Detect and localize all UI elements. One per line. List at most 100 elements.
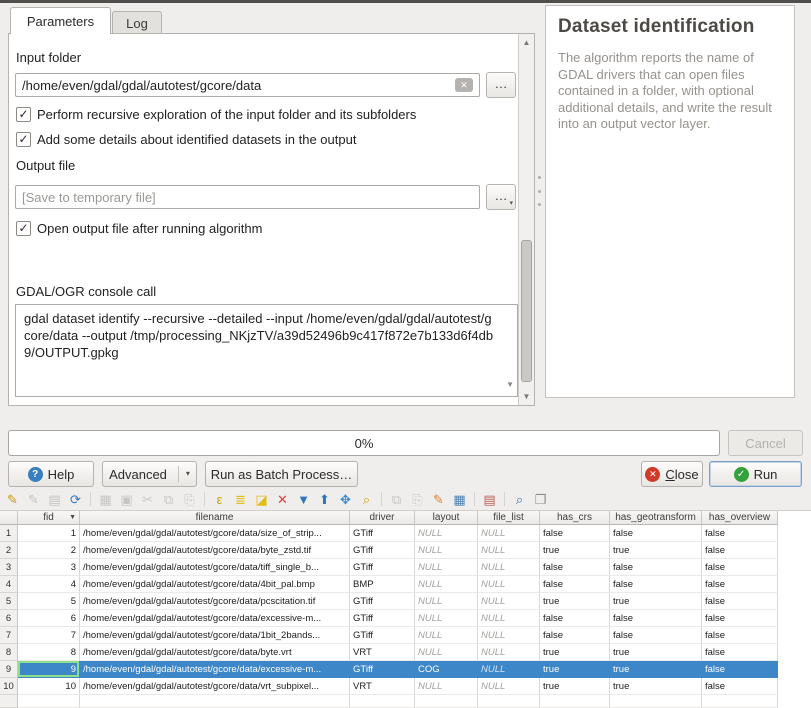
cell-file-list[interactable]: NULL (478, 644, 540, 661)
column-header-has_crs[interactable]: has_crs (540, 511, 610, 525)
row-number-header[interactable]: 10 (0, 678, 18, 695)
scrollbar-up-icon[interactable]: ▲ (519, 38, 534, 47)
select-all-icon[interactable]: ≣ (232, 491, 249, 508)
cell-has-crs[interactable]: true (540, 678, 610, 695)
cell-fid[interactable]: 6 (18, 610, 80, 627)
table-corner-header[interactable] (0, 511, 18, 525)
open-output-checkbox[interactable]: ✓ Open output file after running algorit… (16, 221, 262, 236)
run-button[interactable]: ✓ Run (709, 461, 802, 487)
cell-has-overview[interactable]: false (702, 593, 778, 610)
cell-has-crs[interactable]: true (540, 644, 610, 661)
scrollbar-down-icon[interactable]: ▼ (519, 392, 534, 401)
table-row[interactable]: 88/home/even/gdal/gdal/autotest/gcore/da… (0, 644, 811, 661)
cell-fid[interactable]: 3 (18, 559, 80, 576)
cell-has-geotransform[interactable]: false (610, 559, 702, 576)
new-field-icon[interactable]: ▦ (451, 491, 468, 508)
cell-file-list[interactable]: NULL (478, 576, 540, 593)
row-number-header[interactable]: 7 (0, 627, 18, 644)
column-header-has_geotransform[interactable]: has_geotransform (610, 511, 702, 525)
row-number-header[interactable]: 3 (0, 559, 18, 576)
filter-select-icon[interactable]: ▼ (295, 491, 312, 508)
checkbox-checked-icon[interactable]: ✓ (16, 132, 31, 147)
cell-filename[interactable]: /home/even/gdal/gdal/autotest/gcore/data… (80, 678, 350, 695)
cell-layout[interactable]: NULL (415, 576, 478, 593)
reload-icon[interactable]: ⟳ (67, 491, 84, 508)
row-number-header[interactable]: 6 (0, 610, 18, 627)
move-selection-to-top-icon[interactable]: ⬆ (316, 491, 333, 508)
column-header-filename[interactable]: filename (80, 511, 350, 525)
scrollbar-thumb[interactable] (521, 240, 532, 382)
cell-has-geotransform[interactable]: false (610, 525, 702, 542)
column-header-layout[interactable]: layout (415, 511, 478, 525)
recursive-checkbox[interactable]: ✓ Perform recursive exploration of the i… (16, 107, 416, 122)
cell-filename[interactable]: /home/even/gdal/gdal/autotest/gcore/data… (80, 644, 350, 661)
cell-has-crs[interactable]: false (540, 559, 610, 576)
zoom-search-icon[interactable]: ⌕ (511, 491, 528, 508)
cell-filename[interactable]: /home/even/gdal/gdal/autotest/gcore/data… (80, 542, 350, 559)
input-folder-field[interactable]: /home/even/gdal/gdal/autotest/gcore/data… (15, 73, 480, 97)
cell-fid[interactable]: 2 (18, 542, 80, 559)
cell-file-list[interactable]: NULL (478, 559, 540, 576)
row-number-header[interactable]: 1 (0, 525, 18, 542)
cell-has-crs[interactable]: true (540, 593, 610, 610)
cell-has-crs[interactable]: true (540, 542, 610, 559)
cell-driver[interactable]: GTiff (350, 542, 415, 559)
row-number-header[interactable]: 8 (0, 644, 18, 661)
cell-file-list[interactable]: NULL (478, 627, 540, 644)
table-row[interactable]: 44/home/even/gdal/gdal/autotest/gcore/da… (0, 576, 811, 593)
cell-filename[interactable]: /home/even/gdal/gdal/autotest/gcore/data… (80, 627, 350, 644)
cell-has-overview[interactable]: false (702, 661, 778, 678)
cell-filename[interactable]: /home/even/gdal/gdal/autotest/gcore/data… (80, 576, 350, 593)
run-as-batch-button[interactable]: Run as Batch Process… (205, 461, 358, 487)
cell-fid[interactable]: 4 (18, 576, 80, 593)
cell-file-list[interactable]: NULL (478, 542, 540, 559)
cell-fid[interactable]: 5 (18, 593, 80, 610)
cell-file-list[interactable]: NULL (478, 678, 540, 695)
advanced-button[interactable]: Advanced ▾ (102, 461, 197, 487)
deselect-all-icon[interactable]: ✕ (274, 491, 291, 508)
cell-has-overview[interactable]: false (702, 678, 778, 695)
cell-has-crs[interactable]: false (540, 576, 610, 593)
cell-fid[interactable]: 7 (18, 627, 80, 644)
column-header-file_list[interactable]: file_list (478, 511, 540, 525)
cancel-button[interactable]: Cancel (728, 430, 803, 456)
cell-filename[interactable]: /home/even/gdal/gdal/autotest/gcore/data… (80, 593, 350, 610)
zoom-to-selection-icon[interactable]: ⌕ (358, 491, 375, 508)
cell-layout[interactable]: NULL (415, 627, 478, 644)
cell-has-overview[interactable]: false (702, 525, 778, 542)
cell-layout[interactable]: NULL (415, 593, 478, 610)
cell-has-crs[interactable]: true (540, 661, 610, 678)
close-button[interactable]: ✕ Close (641, 461, 703, 487)
invert-selection-icon[interactable]: ◪ (253, 491, 270, 508)
cell-fid[interactable]: 1 (18, 525, 80, 542)
help-button[interactable]: ? Help (8, 461, 94, 487)
cell-driver[interactable]: GTiff (350, 661, 415, 678)
cell-driver[interactable]: GTiff (350, 610, 415, 627)
details-checkbox[interactable]: ✓ Add some details about identified data… (16, 132, 356, 147)
cell-has-geotransform[interactable]: true (610, 644, 702, 661)
cell-driver[interactable]: VRT (350, 644, 415, 661)
cell-has-overview[interactable]: false (702, 627, 778, 644)
cell-layout[interactable]: NULL (415, 525, 478, 542)
cell-has-crs[interactable]: false (540, 525, 610, 542)
cell-driver[interactable]: GTiff (350, 525, 415, 542)
cell-has-overview[interactable]: false (702, 542, 778, 559)
cell-has-geotransform[interactable]: false (610, 627, 702, 644)
cell-has-crs[interactable]: false (540, 627, 610, 644)
fid-sort-indicator-icon[interactable]: ▼ (69, 514, 76, 521)
cell-has-geotransform[interactable]: true (610, 661, 702, 678)
checkbox-checked-icon[interactable]: ✓ (16, 221, 31, 236)
table-row[interactable]: 66/home/even/gdal/gdal/autotest/gcore/da… (0, 610, 811, 627)
cell-has-overview[interactable]: false (702, 559, 778, 576)
panel-splitter-handle[interactable] (538, 176, 542, 206)
conditional-formatting-icon[interactable]: ▤ (481, 491, 498, 508)
cell-layout[interactable]: NULL (415, 542, 478, 559)
cell-fid[interactable]: 8 (18, 644, 80, 661)
cell-has-geotransform[interactable]: false (610, 610, 702, 627)
field-calculator-icon[interactable]: ✎ (430, 491, 447, 508)
column-header-driver[interactable]: driver (350, 511, 415, 525)
cell-layout[interactable]: COG (415, 661, 478, 678)
panel-scrollbar[interactable]: ▲ ▼ (518, 34, 534, 405)
toggle-editing-icon[interactable]: ✎ (4, 491, 21, 508)
select-by-expression-icon[interactable]: ε (211, 491, 228, 508)
